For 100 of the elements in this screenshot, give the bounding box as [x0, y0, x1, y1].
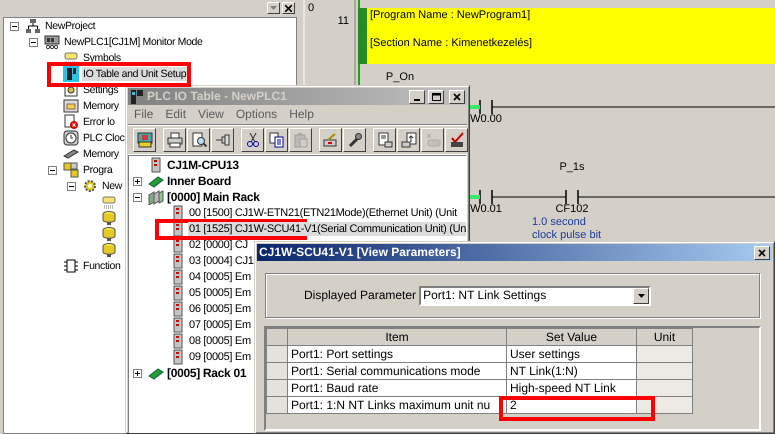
tree-item[interactable]: 01 [1525] CJ1W-SCU41-V1(Serial Communication Unit) (Un — [188, 222, 466, 236]
printer-icon — [166, 132, 182, 148]
tree-item[interactable]: IO Table and Unit Setup — [82, 67, 188, 81]
comment-text: [Section Name : Kimenetkezelés] — [370, 36, 534, 50]
tree-item[interactable]: Error lo — [82, 115, 116, 129]
tree-item[interactable]: 09 [0005] Em — [188, 350, 252, 364]
contact-symbol — [479, 189, 493, 205]
contact-symbol — [479, 99, 493, 115]
clock-icon — [63, 130, 79, 146]
table-cell[interactable]: NT Link(1:N) — [506, 362, 636, 380]
pin-button[interactable] — [211, 128, 234, 152]
menu-item[interactable]: Options — [230, 107, 284, 122]
tree-item[interactable]: Function — [82, 259, 122, 273]
dropdown-button[interactable] — [267, 2, 280, 14]
column-header: Item — [288, 328, 506, 346]
table-cell — [636, 362, 692, 380]
close-icon — [452, 92, 462, 100]
screen-button[interactable] — [133, 128, 156, 152]
table-cell — [636, 346, 692, 362]
window-title: CJ1W-SCU41-V1 [View Parameters] — [259, 245, 462, 260]
dropdown-icon — [270, 6, 277, 10]
tree-item[interactable]: Symbols — [82, 51, 122, 65]
folder-icon — [63, 98, 79, 114]
table-cell: Port1: Baud rate — [288, 380, 506, 396]
pin-icon — [214, 132, 230, 148]
collapse-icon[interactable] — [48, 166, 57, 174]
step-number: 11 — [338, 15, 349, 28]
chip-cluster-icon — [63, 162, 79, 178]
row-header — [266, 396, 288, 414]
tree-item[interactable]: Progra — [82, 163, 114, 177]
tree-item[interactable]: [0000] Main Rack — [166, 190, 261, 204]
tree-item[interactable]: NewPLC1[CJ1M] Monitor Mode — [63, 35, 204, 49]
collapse-icon[interactable] — [67, 182, 76, 190]
unit-icon — [424, 132, 440, 148]
print-preview-button[interactable] — [187, 128, 210, 152]
dropdown-icon — [638, 294, 645, 298]
minimize-icon — [414, 98, 420, 100]
menu-item[interactable]: View — [192, 107, 230, 122]
tree-item[interactable]: 08 [0005] Em — [188, 334, 252, 348]
tree-item[interactable]: 04 [0005] Em — [188, 270, 252, 284]
copy-icon — [268, 132, 284, 148]
tree-item[interactable]: New — [101, 179, 123, 193]
scissors-icon — [244, 132, 260, 148]
column-header: Unit — [636, 328, 692, 346]
window-title: PLC IO Table - NewPLC1 — [147, 89, 288, 104]
tree-item[interactable]: 05 [0005] Em — [188, 286, 252, 300]
table-cell[interactable]: High-speed NT Link — [506, 380, 636, 396]
table-cell: Port1: Serial communications mode — [288, 362, 506, 380]
gear-icon — [82, 178, 98, 194]
wrench-button[interactable] — [343, 128, 366, 152]
close-button[interactable] — [754, 246, 770, 260]
tree-item[interactable]: NewProject — [44, 19, 96, 33]
tree-item[interactable]: Inner Board — [166, 174, 232, 188]
close-button[interactable] — [282, 2, 295, 14]
upload-icon — [400, 132, 416, 148]
transfer-button[interactable] — [319, 128, 342, 152]
unit-icon — [63, 66, 79, 82]
unit-icon — [130, 88, 144, 104]
wrench-icon — [346, 132, 362, 148]
tree-item[interactable]: 07 [0005] Em — [188, 318, 252, 332]
collapse-icon[interactable] — [29, 38, 38, 46]
menu-item[interactable]: File — [128, 107, 160, 122]
row-header — [266, 362, 288, 380]
close-button[interactable] — [449, 90, 465, 104]
tree-item[interactable]: CJ1M-CPU13 — [166, 158, 240, 172]
document-button[interactable] — [373, 128, 396, 152]
rack-icon — [148, 189, 164, 205]
table-cell[interactable]: User settings — [506, 346, 636, 362]
column-header: Set Value — [506, 328, 636, 346]
checkmark-button[interactable] — [445, 128, 468, 152]
copy-button[interactable] — [265, 128, 288, 152]
tree-item[interactable]: PLC Cloc — [82, 131, 126, 145]
table-cell — [636, 380, 692, 396]
upload-button[interactable] — [397, 128, 420, 152]
maximize-button[interactable] — [428, 90, 444, 104]
comment-label: clock pulse bit — [532, 229, 602, 242]
printer-button[interactable] — [163, 128, 186, 152]
close-icon — [285, 4, 292, 12]
tree-item[interactable]: 03 [0004] CJ1 — [188, 254, 255, 268]
tree-item[interactable]: 00 [1500] CJ1W-ETN21(ETN21Mode)(Ethernet Unit) (Unit — [188, 206, 458, 220]
tree-item[interactable]: 06 [0005] Em — [188, 302, 252, 316]
parameter-select[interactable]: Port1: NT Link Settings — [419, 286, 652, 306]
scissors-button[interactable] — [241, 128, 264, 152]
row-header — [266, 346, 288, 362]
collapse-icon[interactable] — [10, 22, 19, 30]
tree-item[interactable]: 02 [0000] CJ — [188, 238, 249, 252]
address-label: W0.00 — [470, 113, 502, 126]
tree-item[interactable]: Memory — [82, 147, 120, 161]
table-cell: Port1: Port settings — [288, 346, 506, 362]
collapse-icon[interactable] — [133, 192, 142, 202]
expand-icon[interactable] — [133, 368, 142, 378]
comment-label: 1.0 second — [532, 216, 586, 230]
tree-item[interactable]: [0005] Rack 01 — [166, 366, 248, 380]
tree-item[interactable]: Memory — [82, 99, 120, 113]
expand-icon[interactable] — [133, 176, 142, 186]
minimize-button[interactable] — [409, 90, 425, 104]
menu-item[interactable]: Help — [283, 107, 320, 122]
row-header — [266, 380, 288, 396]
menu-item[interactable]: Edit — [159, 107, 192, 122]
transfer-icon — [322, 132, 338, 148]
